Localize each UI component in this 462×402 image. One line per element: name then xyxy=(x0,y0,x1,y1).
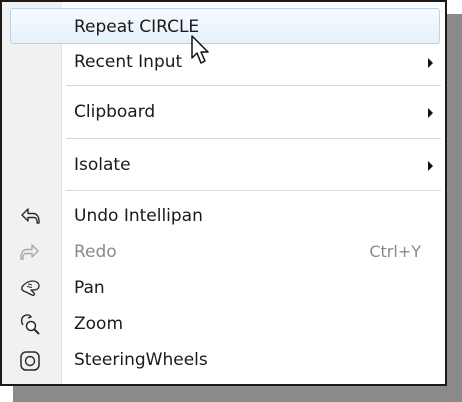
menu-item-label: Recent Input xyxy=(74,52,183,72)
menu-item-label: Undo Intellipan xyxy=(74,206,203,226)
menu-item-clipboard[interactable]: Clipboard xyxy=(4,94,443,130)
menu-item-label: Zoom xyxy=(74,314,124,334)
zoom-magnifier-icon xyxy=(18,313,42,335)
menu-item-label: SteeringWheels xyxy=(74,350,208,370)
menu-item-shortcut: Ctrl+Y xyxy=(369,242,421,261)
menu-item-label: Isolate xyxy=(74,155,131,175)
steering-wheel-icon xyxy=(18,349,42,371)
menu-item-pan[interactable]: Pan xyxy=(4,270,443,306)
context-menu: Repeat CIRCLE Recent Input Clipboard Iso… xyxy=(0,0,447,386)
menu-item-label: Repeat CIRCLE xyxy=(74,17,200,37)
menu-item-steeringwheels[interactable]: SteeringWheels xyxy=(4,342,443,378)
menu-item-label: Pan xyxy=(74,278,105,298)
mouse-pointer-icon xyxy=(190,34,220,70)
undo-icon xyxy=(18,205,42,227)
menu-item-zoom[interactable]: Zoom xyxy=(4,306,443,342)
menu-item-label: Redo xyxy=(74,242,117,262)
context-menu-screenshot: Repeat CIRCLE Recent Input Clipboard Iso… xyxy=(0,0,462,402)
menu-item-recent-input[interactable]: Recent Input xyxy=(4,44,443,80)
menu-item-undo-intellipan[interactable]: Undo Intellipan xyxy=(4,198,443,234)
menu-separator xyxy=(66,85,441,86)
submenu-arrow-icon xyxy=(428,58,433,68)
menu-separator xyxy=(66,138,441,139)
menu-item-isolate[interactable]: Isolate xyxy=(4,147,443,183)
submenu-arrow-icon xyxy=(428,108,433,118)
redo-icon xyxy=(18,241,42,263)
menu-item-repeat-circle[interactable]: Repeat CIRCLE xyxy=(10,8,440,44)
menu-separator xyxy=(66,190,441,191)
pan-hand-icon xyxy=(18,277,42,299)
menu-item-redo[interactable]: Redo Ctrl+Y xyxy=(4,234,443,270)
menu-item-label: Clipboard xyxy=(74,102,156,122)
submenu-arrow-icon xyxy=(428,161,433,171)
